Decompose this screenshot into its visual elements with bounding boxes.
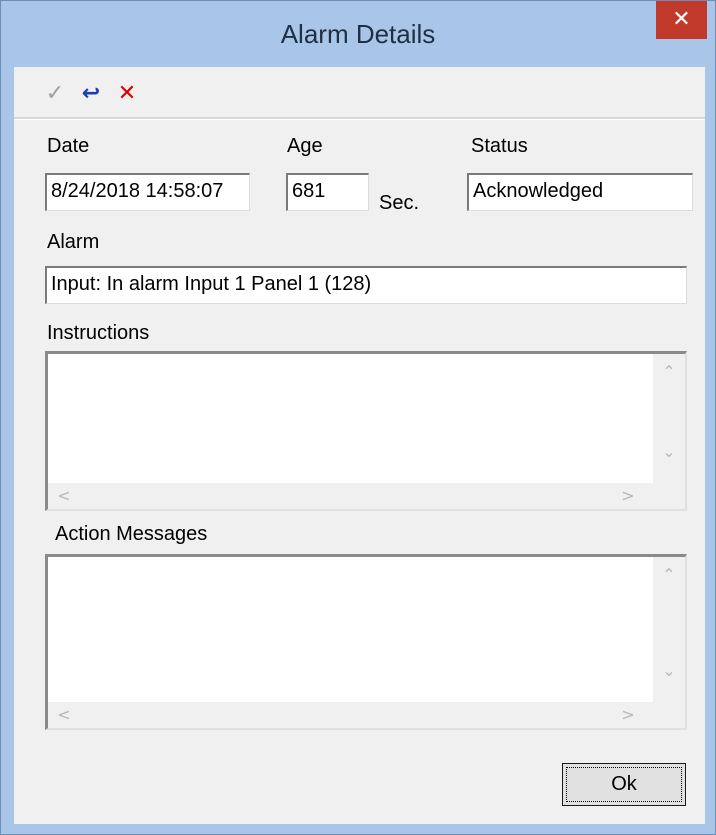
ok-button[interactable]: Ok — [562, 763, 686, 806]
status-label: Status — [471, 135, 528, 157]
age-unit: Sec. — [379, 192, 420, 214]
alarm-label: Alarm — [47, 231, 100, 253]
undo-icon[interactable]: ↩ — [76, 79, 106, 109]
action-messages-textarea[interactable]: ⌃ ⌄ < > — [45, 554, 687, 730]
window-title: Alarm Details — [280, 19, 436, 49]
title-bar[interactable]: Alarm Details ✕ — [1, 1, 715, 67]
close-button[interactable]: ✕ — [656, 1, 707, 39]
check-icon[interactable]: ✓ — [40, 79, 70, 109]
scroll-left-icon[interactable]: < — [54, 705, 74, 724]
scroll-right-icon[interactable]: > — [618, 705, 638, 724]
scroll-down-icon[interactable]: ⌄ — [659, 442, 679, 461]
alarm-field[interactable]: Input: In alarm Input 1 Panel 1 (128) — [45, 266, 687, 304]
action-messages-label: Action Messages — [55, 523, 208, 545]
age-label: Age — [287, 135, 323, 157]
status-field[interactable]: Acknowledged — [467, 173, 693, 211]
instructions-vertical-scrollbar[interactable]: ⌃ ⌄ — [653, 354, 685, 483]
action-messages-horizontal-scrollbar[interactable]: < > — [48, 702, 653, 728]
scroll-right-icon[interactable]: > — [618, 486, 638, 505]
toolbar: ✓ ↩ ✕ — [14, 67, 705, 117]
scroll-up-icon[interactable]: ⌃ — [659, 565, 679, 584]
instructions-horizontal-scrollbar[interactable]: < > — [48, 483, 653, 509]
scroll-up-icon[interactable]: ⌃ — [659, 362, 679, 381]
instructions-label: Instructions — [47, 322, 150, 344]
toolbar-divider — [14, 117, 705, 120]
alarm-details-window: Alarm Details ✕ ✓ ↩ ✕ Date 8/24/2018 14:… — [0, 0, 716, 835]
scroll-down-icon[interactable]: ⌄ — [659, 661, 679, 680]
date-label: Date — [47, 135, 90, 157]
age-field[interactable]: 681 — [286, 173, 369, 211]
action-messages-vertical-scrollbar[interactable]: ⌃ ⌄ — [653, 557, 685, 702]
date-field[interactable]: 8/24/2018 14:58:07 — [45, 173, 250, 211]
x-icon[interactable]: ✕ — [112, 79, 142, 109]
instructions-textarea[interactable]: ⌃ ⌄ < > — [45, 351, 687, 511]
scrollbar-corner — [653, 702, 685, 728]
scrollbar-corner — [653, 483, 685, 509]
dialog-body: ✓ ↩ ✕ Date 8/24/2018 14:58:07 Age 681 Se… — [14, 67, 705, 824]
scroll-left-icon[interactable]: < — [54, 486, 74, 505]
ok-button-label: Ok — [566, 767, 682, 802]
